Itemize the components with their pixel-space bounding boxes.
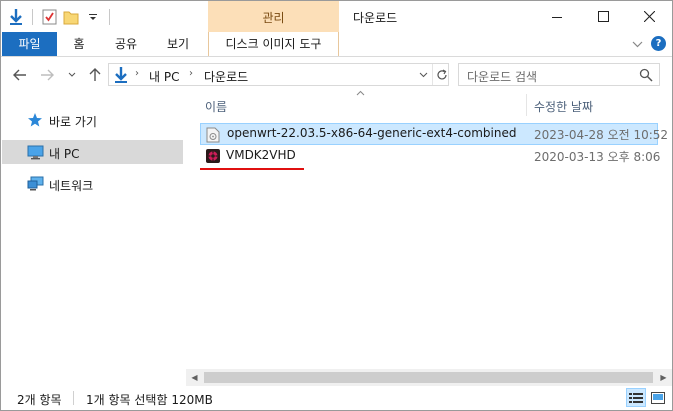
- search-placeholder: 다운로드 검색: [467, 70, 538, 84]
- scroll-left-icon[interactable]: ◀: [186, 369, 203, 386]
- file-list: 이름 수정한 날짜 openwrt-22.03.5-x86-64-generic…: [186, 89, 672, 379]
- qat-divider: [109, 9, 110, 25]
- maximize-button[interactable]: [580, 1, 626, 32]
- ribbon-right-controls: ?: [632, 36, 666, 51]
- forward-button[interactable]: [38, 65, 56, 85]
- address-history-dropdown[interactable]: [414, 64, 432, 85]
- details-view-icon[interactable]: [626, 388, 646, 407]
- context-group-label: 관리: [262, 11, 285, 25]
- annotation-underline: [200, 168, 304, 170]
- download-folder-icon: [113, 66, 129, 87]
- column-header-name[interactable]: 이름: [205, 98, 227, 115]
- horizontal-scrollbar[interactable]: ◀ ▶: [186, 369, 672, 386]
- properties-icon[interactable]: [40, 7, 58, 27]
- recent-locations-chevron-icon[interactable]: [63, 65, 81, 85]
- customize-qat-icon[interactable]: [84, 7, 102, 27]
- sidebar-item-this-pc[interactable]: 내 PC: [2, 140, 183, 164]
- refresh-button[interactable]: [432, 64, 450, 85]
- breadcrumb-this-pc[interactable]: 내 PC: [149, 68, 179, 85]
- quick-access-toolbar: [7, 6, 113, 28]
- sidebar-item-label: 네트워크: [49, 179, 94, 193]
- up-button[interactable]: [86, 65, 104, 85]
- item-count: 2개 항목: [17, 393, 62, 407]
- sort-ascending-icon: [356, 89, 365, 99]
- app-icon: [205, 148, 221, 164]
- close-button[interactable]: [626, 1, 672, 32]
- new-folder-icon[interactable]: [62, 7, 80, 27]
- file-name: VMDK2VHD: [226, 148, 296, 162]
- navigation-bar: › 내 PC › 다운로드 다운로드 검색: [1, 57, 672, 92]
- address-bar[interactable]: › 내 PC › 다운로드: [108, 63, 449, 86]
- breadcrumb-separator: ›: [189, 68, 193, 79]
- breadcrumb-downloads[interactable]: 다운로드: [204, 68, 248, 85]
- context-tab-group: 관리: [208, 1, 339, 32]
- file-name: openwrt-22.03.5-x86-64-generic-ext4-comb…: [227, 126, 517, 140]
- star-icon: [27, 112, 43, 128]
- window-title: 다운로드: [353, 11, 398, 25]
- column-headers: 이름 수정한 날짜: [186, 89, 672, 118]
- file-row[interactable]: openwrt-22.03.5-x86-64-generic-ext4-comb…: [200, 123, 668, 145]
- network-icon: [27, 176, 44, 192]
- tab-disk-image-tools[interactable]: 디스크 이미지 도구: [208, 32, 339, 56]
- qat-divider: [32, 9, 33, 25]
- column-header-date-modified[interactable]: 수정한 날짜: [534, 98, 593, 115]
- breadcrumb-separator: ›: [135, 68, 139, 79]
- search-icon[interactable]: [639, 68, 653, 82]
- sidebar-item-label: 바로 가기: [49, 115, 97, 129]
- title-bar: 관리 다운로드: [1, 1, 672, 32]
- download-folder-icon[interactable]: [7, 7, 25, 27]
- help-icon[interactable]: ?: [651, 36, 666, 51]
- disk-image-icon: [206, 127, 222, 143]
- scrollbar-thumb[interactable]: [204, 372, 653, 383]
- file-explorer-window: 관리 다운로드 파일 홈 공유 보기 디스크 이미지 도구 ? › 내 PC ›…: [0, 0, 673, 411]
- computer-icon: [27, 144, 44, 160]
- tab-view[interactable]: 보기: [158, 32, 198, 56]
- tab-home[interactable]: 홈: [63, 32, 95, 56]
- file-row[interactable]: VMDK2VHD 2020-03-13 오후 8:06: [200, 145, 661, 167]
- tab-file[interactable]: 파일: [2, 32, 57, 56]
- scroll-right-icon[interactable]: ▶: [655, 369, 672, 386]
- sidebar-item-network[interactable]: 네트워크: [2, 172, 183, 196]
- status-divider: [73, 391, 74, 405]
- ribbon-tab-bar: 파일 홈 공유 보기 디스크 이미지 도구 ?: [1, 32, 672, 57]
- file-date: 2020-03-13 오후 8:06: [534, 150, 661, 164]
- sidebar-item-quick-access[interactable]: 바로 가기: [2, 108, 183, 132]
- tab-share[interactable]: 공유: [106, 32, 146, 56]
- ribbon-expand-icon[interactable]: [632, 37, 643, 51]
- back-button[interactable]: [11, 65, 29, 85]
- selection-info: 1개 항목 선택함 120MB: [86, 393, 213, 407]
- navigation-pane: 바로 가기 내 PC 네트워크: [1, 92, 186, 379]
- window-controls: [534, 1, 672, 32]
- column-divider[interactable]: [526, 94, 527, 116]
- large-icons-view-icon[interactable]: [648, 388, 668, 407]
- file-date: 2023-04-28 오전 10:52: [534, 128, 669, 142]
- sidebar-item-label: 내 PC: [49, 147, 80, 161]
- search-box[interactable]: 다운로드 검색: [458, 63, 660, 86]
- status-bar: 2개 항목 1개 항목 선택함 120MB: [1, 386, 672, 410]
- minimize-button[interactable]: [534, 1, 580, 32]
